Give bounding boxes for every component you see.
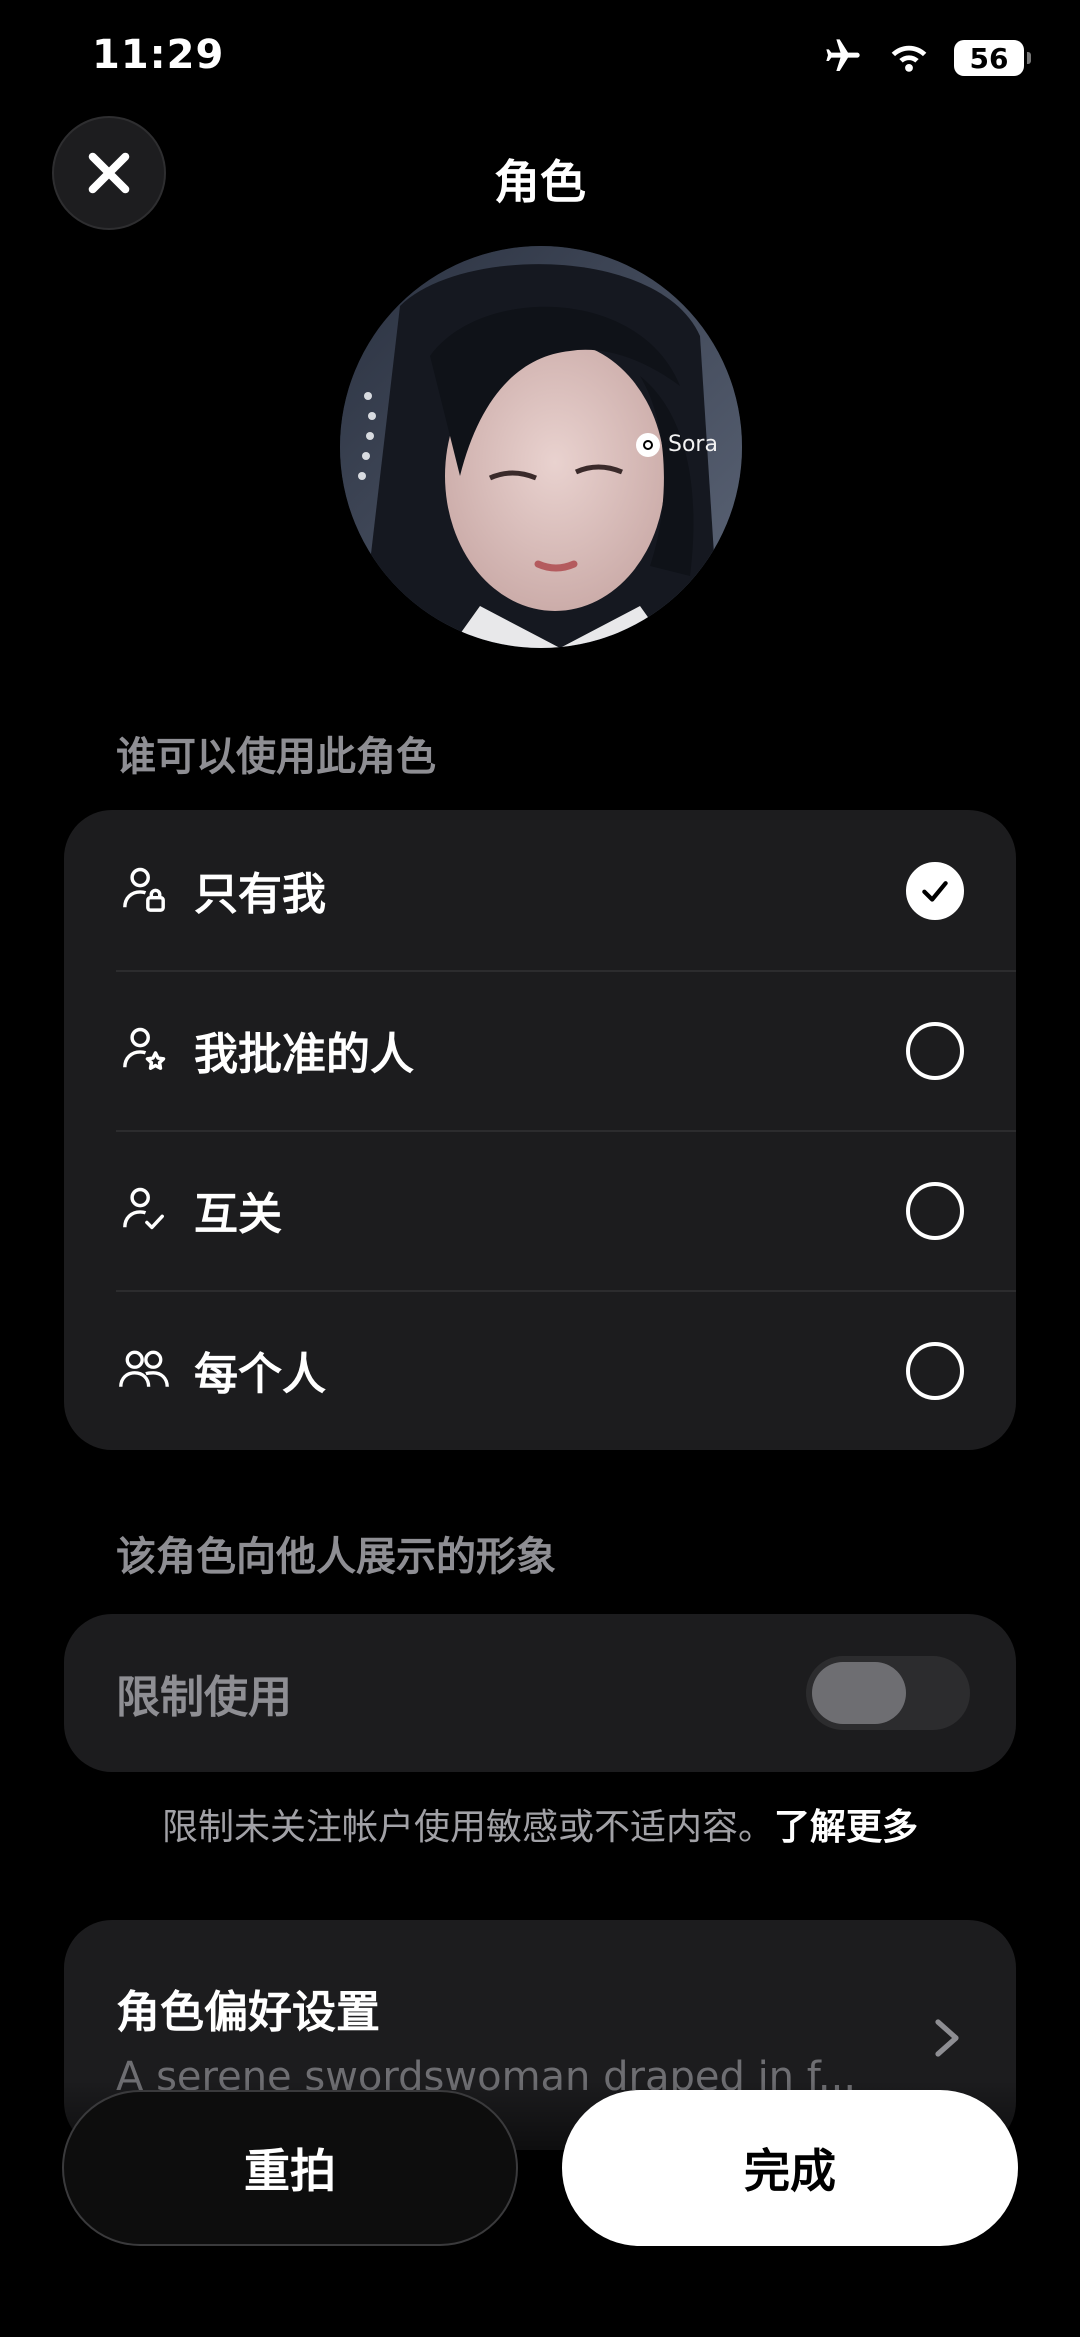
person-lock-icon <box>118 864 170 916</box>
restrict-row: 限制使用 <box>64 1614 1016 1772</box>
page-title: 角色 <box>494 155 586 209</box>
people-icon <box>118 1344 170 1396</box>
preferences-title: 角色偏好设置 <box>116 1987 380 2038</box>
person-star-icon <box>118 1024 170 1076</box>
status-time: 11:29 <box>92 32 225 78</box>
radio-unselected[interactable] <box>906 1342 964 1400</box>
airplane-icon <box>822 36 864 80</box>
access-option-everyone[interactable]: 每个人 <box>64 1290 1016 1450</box>
done-button[interactable]: 完成 <box>562 2090 1018 2246</box>
access-option-only-me[interactable]: 只有我 <box>64 810 1016 970</box>
radio-selected[interactable] <box>906 862 964 920</box>
person-check-icon <box>118 1184 170 1236</box>
access-options-card: 只有我 我批准的人 互关 每个人 <box>64 810 1016 1450</box>
radio-unselected[interactable] <box>906 1022 964 1080</box>
option-label: 互关 <box>194 1189 282 1240</box>
battery-icon: 56 <box>954 40 1031 76</box>
option-label: 每个人 <box>194 1349 326 1400</box>
retake-button[interactable]: 重拍 <box>62 2090 518 2246</box>
toggle-knob <box>812 1662 906 1724</box>
radio-unselected[interactable] <box>906 1182 964 1240</box>
access-option-approved[interactable]: 我批准的人 <box>64 970 1016 1130</box>
sora-logo-icon <box>636 432 660 457</box>
access-section-label: 谁可以使用此角色 <box>116 734 436 780</box>
status-bar: 11:29 56 <box>0 0 1080 120</box>
option-label: 我批准的人 <box>194 1029 414 1080</box>
checkmark-icon <box>922 881 948 902</box>
sora-watermark-text: Sora <box>668 432 718 457</box>
chevron-right-icon <box>935 2019 959 2057</box>
status-icons: 56 <box>822 36 1031 80</box>
learn-more-link[interactable]: 了解更多 <box>774 1807 918 1848</box>
restrict-note-text: 限制未关注帐户使用敏感或不适内容。 <box>161 1807 774 1848</box>
battery-level: 56 <box>969 41 1009 75</box>
access-option-mutuals[interactable]: 互关 <box>64 1130 1016 1290</box>
restrict-card: 限制使用 <box>64 1614 1016 1772</box>
restrict-label: 限制使用 <box>116 1672 292 1723</box>
wifi-icon <box>888 39 930 77</box>
option-label: 只有我 <box>194 869 326 920</box>
sora-watermark: Sora <box>636 432 718 457</box>
restrict-toggle[interactable] <box>806 1656 970 1730</box>
appearance-section-label: 该角色向他人展示的形象 <box>116 1534 556 1580</box>
restrict-note: 限制未关注帐户使用敏感或不适内容。了解更多 <box>0 1798 1080 1850</box>
